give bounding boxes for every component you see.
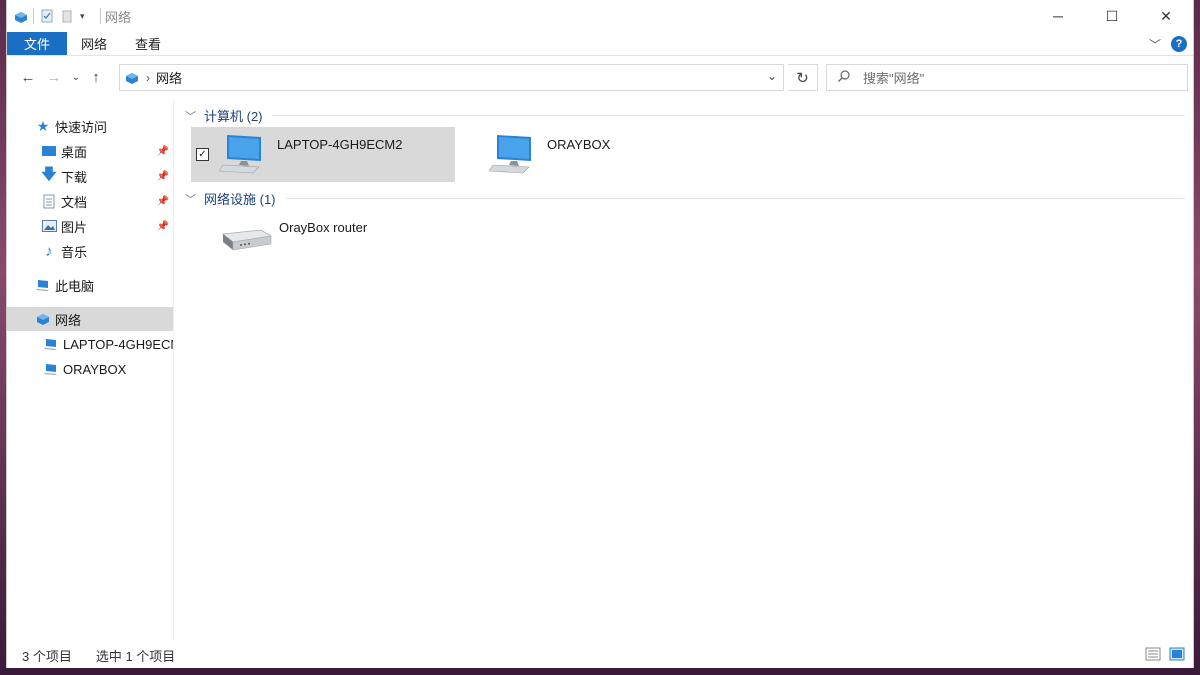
address-row: ← → ⌄ ↑ › 网络 ⌄ ↻ 搜索"网络"	[7, 56, 1193, 98]
select-checkbox[interactable]: ✓	[196, 148, 209, 161]
group-header-label: 计算机 (2)	[204, 109, 263, 124]
window-title: 网络	[105, 9, 132, 25]
breadcrumb-network[interactable]: 网络	[156, 68, 182, 87]
item-count: 3 个项目	[22, 648, 72, 664]
view-buttons	[1145, 647, 1185, 661]
sidebar-item-downloads[interactable]: 🡇 下载 📌	[7, 164, 173, 188]
item-label: ORAYBOX	[547, 137, 611, 152]
ribbon-tabs: 文件 网络 查看 ﹀ ?	[7, 32, 1193, 56]
computer-icon	[43, 361, 59, 377]
group-divider	[272, 115, 1185, 116]
close-button[interactable]: ✕	[1139, 0, 1193, 32]
computer-icon	[218, 131, 269, 180]
sidebar-item-label: 下载	[61, 169, 88, 185]
sidebar-item-label: 桌面	[61, 144, 88, 160]
details-view-icon[interactable]	[1145, 647, 1161, 661]
sidebar-item-label: 图片	[61, 219, 88, 235]
pin-icon[interactable]: 📌	[157, 146, 169, 157]
tab-network[interactable]: 网络	[67, 32, 121, 55]
collapse-chevron-icon[interactable]: ﹀	[185, 191, 196, 207]
large-icons-view-icon[interactable]	[1169, 647, 1185, 661]
explorer-window: ▾ 网络 ─ ☐ ✕ 文件 网络 查看 ﹀ ? ← → ⌄ ↑ › 网络 ⌄ ↻…	[6, 0, 1194, 668]
star-icon: ★	[36, 117, 50, 134]
desktop-icon	[41, 143, 57, 159]
sidebar-item-label: LAPTOP-4GH9ECM2	[63, 336, 173, 352]
expand-ribbon-icon[interactable]: ﹀	[1149, 36, 1161, 53]
customize-toolbar-icon[interactable]: ▾	[80, 9, 94, 23]
item-oraybox-router[interactable]: OrayBox router	[221, 210, 441, 265]
breadcrumb-chevron-icon[interactable]: ›	[146, 71, 150, 85]
sidebar-item-label: 快速访问	[55, 119, 108, 135]
title-bar: ▾ 网络 ─ ☐ ✕	[7, 0, 1193, 32]
quick-access-toolbar: ▾	[7, 8, 101, 24]
ribbon-right: ﹀ ?	[1149, 32, 1187, 56]
new-folder-icon[interactable]	[60, 9, 74, 23]
network-location-icon	[124, 70, 140, 86]
sidebar-item-documents[interactable]: 文档 📌	[7, 189, 173, 213]
computer-icon	[35, 277, 51, 293]
collapse-chevron-icon[interactable]: ﹀	[185, 108, 196, 124]
status-bar: 3 个项目 选中 1 个项目	[7, 642, 1193, 668]
pin-icon[interactable]: 📌	[157, 221, 169, 232]
document-icon	[41, 193, 57, 209]
recent-locations-button[interactable]: ⌄	[67, 64, 85, 90]
sidebar-item-label: 网络	[55, 312, 82, 328]
sidebar-item-network[interactable]: 网络	[7, 307, 173, 331]
up-button[interactable]: ↑	[85, 64, 107, 90]
group-header-computers[interactable]: ﹀ 计算机 (2)	[185, 106, 1185, 125]
content-pane: ﹀ 计算机 (2) ✓ LAPTOP-4GH9ECM2 ORAYBOX ﹀ 网络…	[175, 100, 1193, 640]
sidebar-item-label: 音乐	[61, 244, 88, 260]
computer-icon	[488, 131, 539, 180]
computer-icon	[43, 336, 59, 352]
network-icon	[35, 311, 51, 327]
pin-icon[interactable]: 📌	[157, 196, 169, 207]
tab-view[interactable]: 查看	[121, 32, 175, 55]
router-icon	[221, 220, 273, 259]
item-oraybox[interactable]: ORAYBOX	[488, 127, 689, 182]
picture-icon	[41, 218, 57, 234]
toolbar-separator	[100, 8, 101, 24]
sidebar-item-pictures[interactable]: 图片 📌	[7, 214, 173, 238]
sidebar-item-music[interactable]: ♪ 音乐	[7, 239, 173, 263]
pin-icon[interactable]: 📌	[157, 171, 169, 182]
sidebar-item-this-pc[interactable]: 此电脑	[7, 273, 173, 297]
sidebar-item-laptop[interactable]: LAPTOP-4GH9ECM2	[7, 332, 173, 356]
selection-count: 选中 1 个项目	[95, 648, 176, 664]
sidebar-item-oraybox[interactable]: ORAYBOX	[7, 357, 173, 381]
help-icon[interactable]: ?	[1171, 36, 1187, 52]
group-header-network-infrastructure[interactable]: ﹀ 网络设施 (1)	[185, 189, 1185, 208]
sidebar-item-label: 此电脑	[55, 278, 95, 294]
toolbar-separator	[33, 8, 34, 24]
address-dropdown-icon[interactable]: ⌄	[767, 69, 777, 83]
sidebar-item-quick-access[interactable]: ★ 快速访问	[7, 114, 173, 138]
group-divider	[285, 198, 1185, 199]
back-button[interactable]: ←	[15, 64, 41, 90]
address-bar[interactable]: › 网络 ⌄	[119, 64, 784, 91]
pane-divider[interactable]	[173, 100, 174, 640]
network-app-icon	[13, 9, 27, 23]
download-icon: 🡇	[41, 165, 57, 183]
maximize-button[interactable]: ☐	[1085, 0, 1139, 32]
properties-icon[interactable]	[40, 9, 54, 23]
refresh-button[interactable]: ↻	[788, 64, 818, 91]
item-label: LAPTOP-4GH9ECM2	[277, 137, 403, 152]
group-header-label: 网络设施 (1)	[204, 192, 276, 207]
music-icon: ♪	[45, 242, 53, 260]
search-icon	[837, 69, 851, 86]
forward-button[interactable]: →	[41, 64, 67, 90]
sidebar-item-label: ORAYBOX	[63, 361, 127, 377]
minimize-button[interactable]: ─	[1031, 0, 1085, 32]
navigation-pane: ★ 快速访问 桌面 📌 🡇 下载 📌 文档 📌 图片 📌 ♪ 音乐 此电脑 网络…	[7, 100, 173, 640]
search-box[interactable]: 搜索"网络"	[826, 64, 1188, 91]
item-laptop[interactable]: ✓ LAPTOP-4GH9ECM2	[191, 127, 455, 182]
sidebar-item-label: 文档	[61, 194, 88, 210]
tab-file[interactable]: 文件	[7, 32, 68, 55]
window-controls: ─ ☐ ✕	[1031, 0, 1193, 32]
sidebar-item-desktop[interactable]: 桌面 📌	[7, 139, 173, 163]
search-placeholder: 搜索"网络"	[863, 71, 925, 86]
item-label: OrayBox router	[279, 220, 368, 235]
